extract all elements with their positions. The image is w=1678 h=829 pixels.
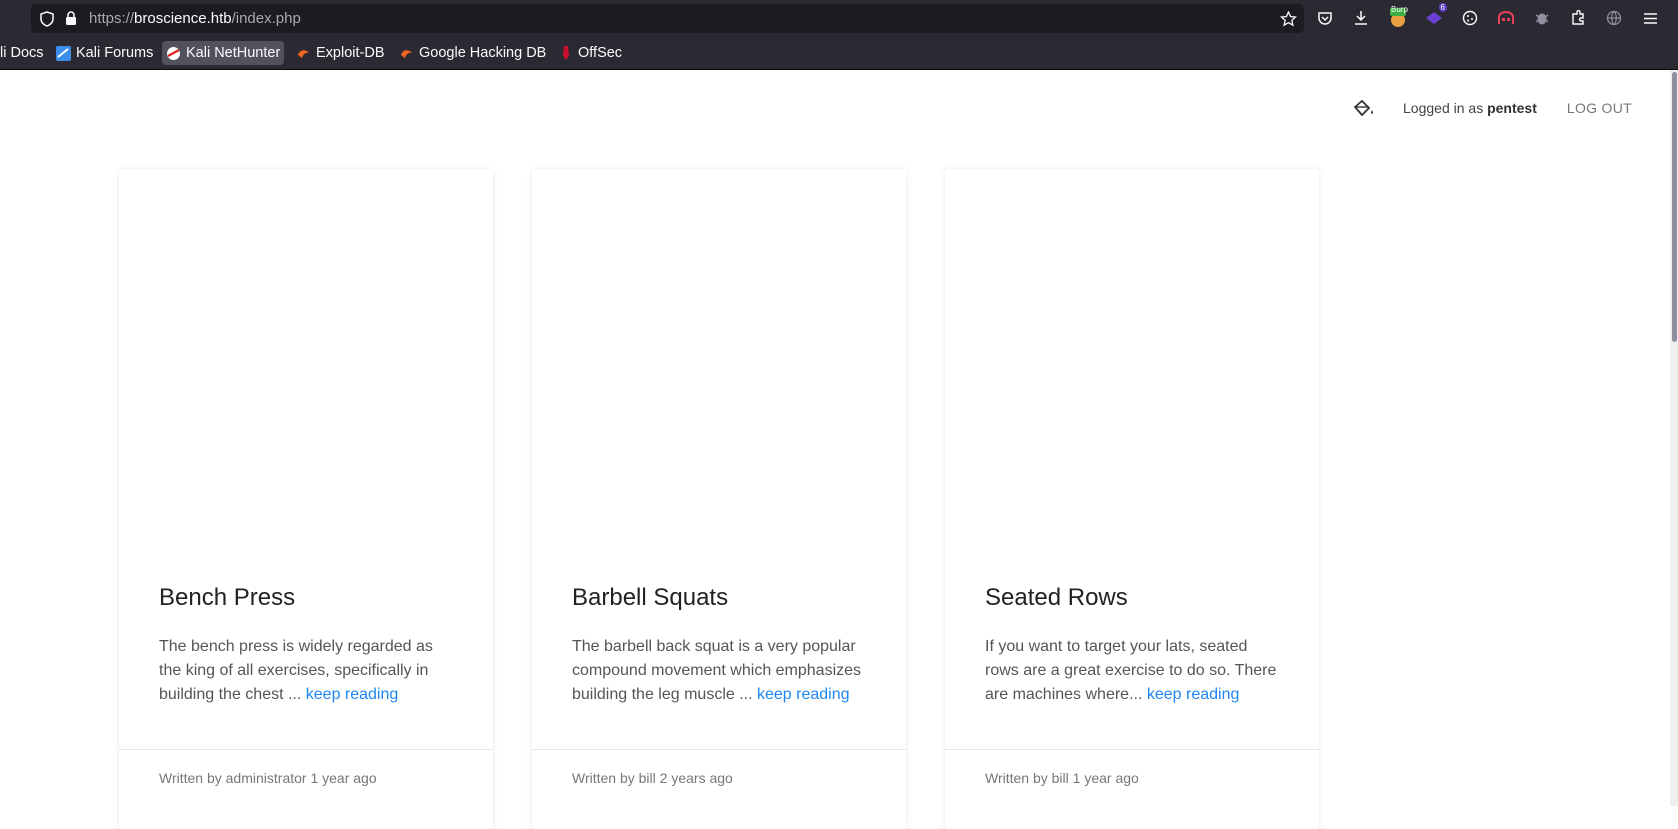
bookmark-label: li Docs (0, 45, 44, 61)
scrollbar-thumb[interactable] (1672, 72, 1677, 342)
bookmark-kali-nethunter[interactable]: Kali NetHunter (162, 41, 285, 65)
url-prefix: https:// (89, 10, 135, 27)
ghdb-icon (399, 46, 414, 61)
keep-reading-link[interactable]: keep reading (757, 686, 850, 703)
page-content: Logged in as pentest LOG OUT Bench Press… (0, 70, 1670, 829)
downloads-icon[interactable] (1351, 8, 1371, 28)
bookmark-label: Kali Forums (76, 45, 154, 61)
bookmark-label: Kali NetHunter (186, 45, 281, 61)
bookmark-google-hacking-db[interactable]: Google Hacking DB (395, 41, 550, 65)
post-card: Bench Press The bench press is widely re… (119, 169, 493, 829)
username: pentest (1487, 100, 1537, 116)
bookmark-star-icon[interactable] (1278, 9, 1298, 29)
bookmark-offsec[interactable]: OffSec (554, 41, 626, 65)
post-card: Barbell Squats The barbell back squat is… (532, 169, 906, 829)
offsec-icon (558, 46, 573, 61)
bookmark-label: Google Hacking DB (419, 45, 547, 61)
post-title[interactable]: Bench Press (159, 584, 295, 612)
keep-reading-link[interactable]: keep reading (1147, 686, 1240, 703)
bug-icon[interactable] (1532, 8, 1552, 28)
burp-badge: Burp (1391, 5, 1408, 14)
paint-bucket-icon[interactable] (1353, 98, 1375, 118)
card-divider (945, 749, 1319, 750)
keep-reading-link[interactable]: keep reading (306, 686, 399, 703)
shield-icon[interactable] (37, 9, 57, 29)
lock-icon[interactable] (61, 9, 81, 29)
foxyproxy-extension-icon[interactable]: 6 (1424, 3, 1447, 28)
card-divider (119, 749, 493, 750)
logged-in-status: Logged in as pentest (1403, 100, 1537, 116)
hackbar-icon[interactable] (1496, 8, 1516, 28)
url-path: /index.php (231, 10, 301, 27)
post-excerpt: The bench press is widely regarded as th… (159, 635, 459, 707)
top-navigation: Logged in as pentest LOG OUT (1353, 98, 1632, 118)
post-meta: Written by bill 2 years ago (572, 770, 733, 786)
hamburger-menu-icon[interactable] (1640, 8, 1660, 28)
card-divider (532, 749, 906, 750)
bookmarks-bar: li Docs Kali Forums Kali NetHunter Explo… (0, 36, 1678, 70)
logged-in-prefix: Logged in as (1403, 100, 1484, 116)
extensions-icon[interactable] (1568, 8, 1588, 28)
bookmark-label: OffSec (578, 45, 623, 61)
logout-link[interactable]: LOG OUT (1567, 100, 1632, 116)
exploit-db-icon (296, 46, 311, 61)
cookie-icon[interactable] (1460, 8, 1480, 28)
post-excerpt: If you want to target your lats, seated … (985, 635, 1285, 707)
post-title[interactable]: Barbell Squats (572, 584, 728, 612)
bookmark-kali-docs[interactable]: li Docs (0, 41, 48, 65)
post-meta: Written by bill 1 year ago (985, 770, 1139, 786)
pocket-icon[interactable] (1315, 8, 1335, 28)
post-card: Seated Rows If you want to target your l… (945, 169, 1319, 829)
post-excerpt: The barbell back squat is a very popular… (572, 635, 872, 707)
bookmark-label: Exploit-DB (316, 45, 385, 61)
bookmark-kali-forums[interactable]: Kali Forums (52, 41, 157, 65)
globe-icon[interactable] (1604, 8, 1624, 28)
burp-extension-icon[interactable]: Burp (1388, 5, 1408, 28)
browser-toolbar: https://broscience.htb/index.php Burp 6 (0, 0, 1678, 36)
url-bar[interactable]: https://broscience.htb/index.php (31, 4, 1304, 33)
bookmark-exploit-db[interactable]: Exploit-DB (292, 41, 389, 65)
kali-dragon-icon (56, 45, 71, 61)
url-text[interactable]: https://broscience.htb/index.php (89, 10, 301, 27)
nethunter-icon (166, 46, 181, 61)
post-title[interactable]: Seated Rows (985, 584, 1128, 612)
post-meta: Written by administrator 1 year ago (159, 770, 377, 786)
url-host: broscience.htb (134, 10, 232, 27)
extension-count-badge: 6 (1438, 3, 1447, 12)
